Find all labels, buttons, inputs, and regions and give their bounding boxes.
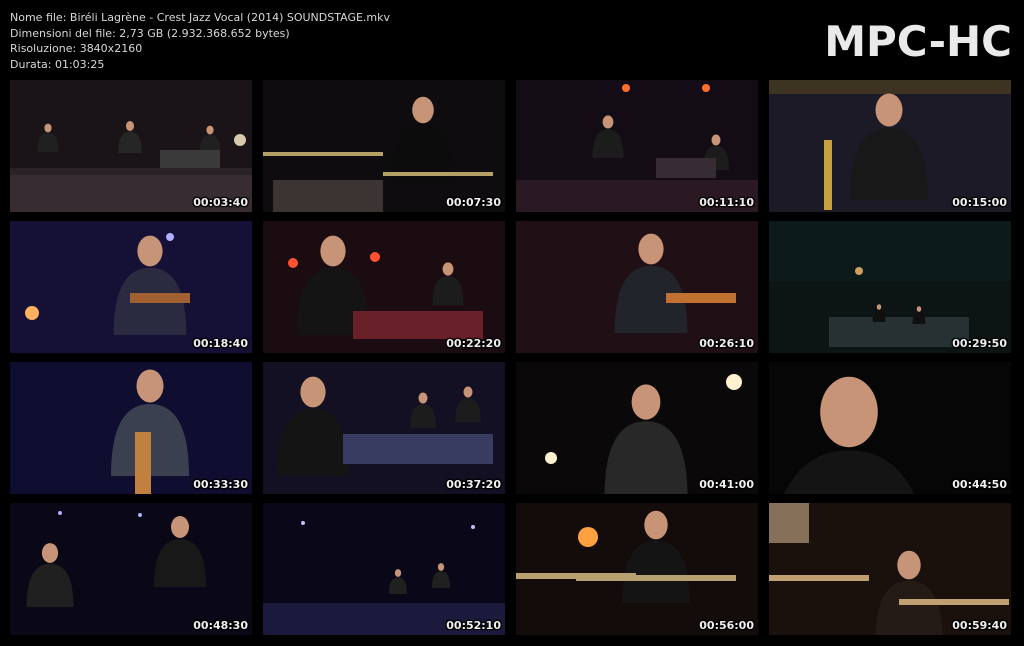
thumbnail-timestamp: 00:11:10: [699, 196, 754, 209]
thumbnail-image: [25, 233, 190, 335]
thumbnail-timestamp: 00:03:40: [193, 196, 248, 209]
thumbnail-timestamp: 00:22:20: [446, 337, 501, 350]
thumbnail-timestamp: 00:07:30: [446, 196, 501, 209]
file-info-panel: Nome file: Biréli Lagrène - Crest Jazz V…: [10, 10, 390, 72]
thumbnail-15: 00:56:00: [516, 503, 758, 635]
thumbnail-timestamp: 00:26:10: [699, 337, 754, 350]
thumbnail-5: 00:18:40: [10, 221, 252, 353]
thumbnail-image: [10, 121, 252, 212]
thumbnail-8: 00:29:50: [769, 221, 1011, 353]
thumbnail-3: 00:11:10: [516, 80, 758, 212]
thumbnail-timestamp: 00:29:50: [952, 337, 1007, 350]
thumbnail-timestamp: 00:37:20: [446, 478, 501, 491]
thumbnail-timestamp: 00:18:40: [193, 337, 248, 350]
thumbnail-timestamp: 00:59:40: [952, 619, 1007, 632]
duration-text: Durata: 01:03:25: [10, 57, 105, 71]
thumbnail-image: [769, 221, 1011, 347]
thumbnail-image: [263, 96, 493, 212]
file-name-text: Nome file: Biréli Lagrène - Crest Jazz V…: [10, 11, 391, 24]
thumbnail-timestamp: 00:41:00: [699, 478, 754, 491]
thumbnail-image: [769, 80, 1011, 210]
thumbnail-image: [783, 376, 915, 494]
thumbnail-image: [545, 374, 742, 494]
thumbnail-image: [769, 503, 1009, 635]
thumbnail-timestamp: 00:15:00: [952, 196, 1007, 209]
thumbnail-image: [263, 521, 505, 635]
thumbnail-2: 00:07:30: [263, 80, 505, 212]
resolution-text: Risoluzione: 3840x2160: [10, 42, 143, 55]
thumbnail-1: 00:03:40: [10, 80, 252, 212]
thumbnail-12: 00:44:50: [769, 362, 1011, 494]
thumbnail-timestamp: 00:52:10: [446, 619, 501, 632]
thumbnail-image: [516, 84, 758, 212]
thumbnail-13: 00:48:30: [10, 503, 252, 635]
thumbnail-6: 00:22:20: [263, 221, 505, 353]
file-size-text: Dimensioni del file: 2,73 GB (2.932.368.…: [10, 26, 290, 40]
thumbnail-image: [26, 511, 206, 607]
thumbnail-7: 00:26:10: [516, 221, 758, 353]
thumbnail-14: 00:52:10: [263, 503, 505, 635]
thumbnail-timestamp: 00:44:50: [952, 478, 1007, 491]
thumbnail-10: 00:37:20: [263, 362, 505, 494]
thumbnail-image: [614, 233, 736, 333]
thumbnail-timestamp: 00:33:30: [193, 478, 248, 491]
thumbnail-image: [276, 376, 493, 476]
thumbnail-timestamp: 00:56:00: [699, 619, 754, 632]
thumbnail-image: [516, 510, 736, 603]
thumbnail-11: 00:41:00: [516, 362, 758, 494]
thumbnail-timestamp: 00:48:30: [193, 619, 248, 632]
thumbnail-4: 00:15:00: [769, 80, 1011, 212]
mpc-hc-logo: MPC-HC: [824, 17, 1012, 66]
thumbnail-image: [111, 369, 189, 494]
thumbnail-16: 00:59:40: [769, 503, 1011, 635]
thumbnail-image: [288, 235, 483, 339]
thumbnail-9: 00:33:30: [10, 362, 252, 494]
